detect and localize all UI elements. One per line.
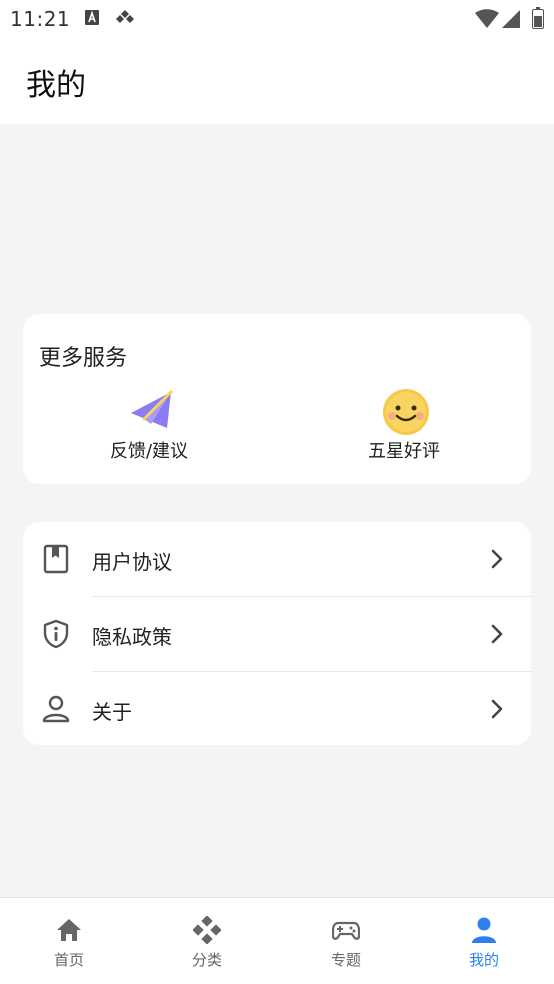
menu-item-privacy-policy[interactable]: 隐私政策	[23, 597, 531, 671]
diamond-icon	[115, 9, 135, 31]
feedback-label: 反馈/建议	[109, 441, 189, 462]
signal-icon	[502, 9, 520, 33]
tab-label: 我的	[468, 951, 499, 969]
menu-item-label: 关于	[92, 700, 132, 724]
home-icon	[55, 916, 83, 944]
tab-mine[interactable]: 我的	[415, 898, 553, 984]
battery-icon	[532, 7, 544, 33]
settings-menu: 用户协议 隐私政策 关于	[23, 522, 531, 745]
tab-label: 专题	[330, 951, 361, 969]
rate-service[interactable]: 五星好评	[304, 388, 504, 468]
page-title: 我的	[26, 68, 86, 103]
menu-item-label: 用户协议	[92, 550, 172, 574]
feedback-service[interactable]: 反馈/建议	[49, 388, 249, 468]
category-icon	[192, 915, 222, 945]
shield-info-icon	[41, 619, 71, 649]
person-icon	[41, 694, 71, 724]
paper-plane-icon	[127, 388, 175, 436]
chevron-right-icon	[487, 623, 507, 645]
chevron-right-icon	[487, 548, 507, 570]
status-time: 11:21	[10, 7, 71, 31]
user-icon	[470, 916, 498, 944]
tab-label: 分类	[191, 951, 222, 969]
tab-category[interactable]: 分类	[138, 898, 276, 984]
tab-topics[interactable]: 专题	[277, 898, 415, 984]
chevron-right-icon	[487, 698, 507, 720]
services-title: 更多服务	[39, 346, 128, 371]
gamepad-icon	[331, 916, 361, 944]
rate-label: 五星好评	[368, 441, 440, 462]
menu-item-user-agreement[interactable]: 用户协议	[23, 522, 531, 596]
wifi-icon	[475, 9, 499, 33]
menu-item-label: 隐私政策	[92, 625, 172, 649]
keyboard-a-icon	[84, 9, 100, 31]
tab-home[interactable]: 首页	[0, 898, 138, 984]
bottom-tab-bar: 首页 分类 专题 我的	[0, 897, 554, 984]
smiley-icon	[382, 388, 430, 436]
header: 我的	[0, 38, 554, 124]
bookmark-book-icon	[41, 544, 71, 574]
status-bar: 11:21	[0, 0, 554, 38]
tab-label: 首页	[53, 951, 84, 969]
menu-item-about[interactable]: 关于	[23, 672, 531, 746]
services-card: 更多服务 反馈/建议 五星好评	[23, 314, 531, 484]
